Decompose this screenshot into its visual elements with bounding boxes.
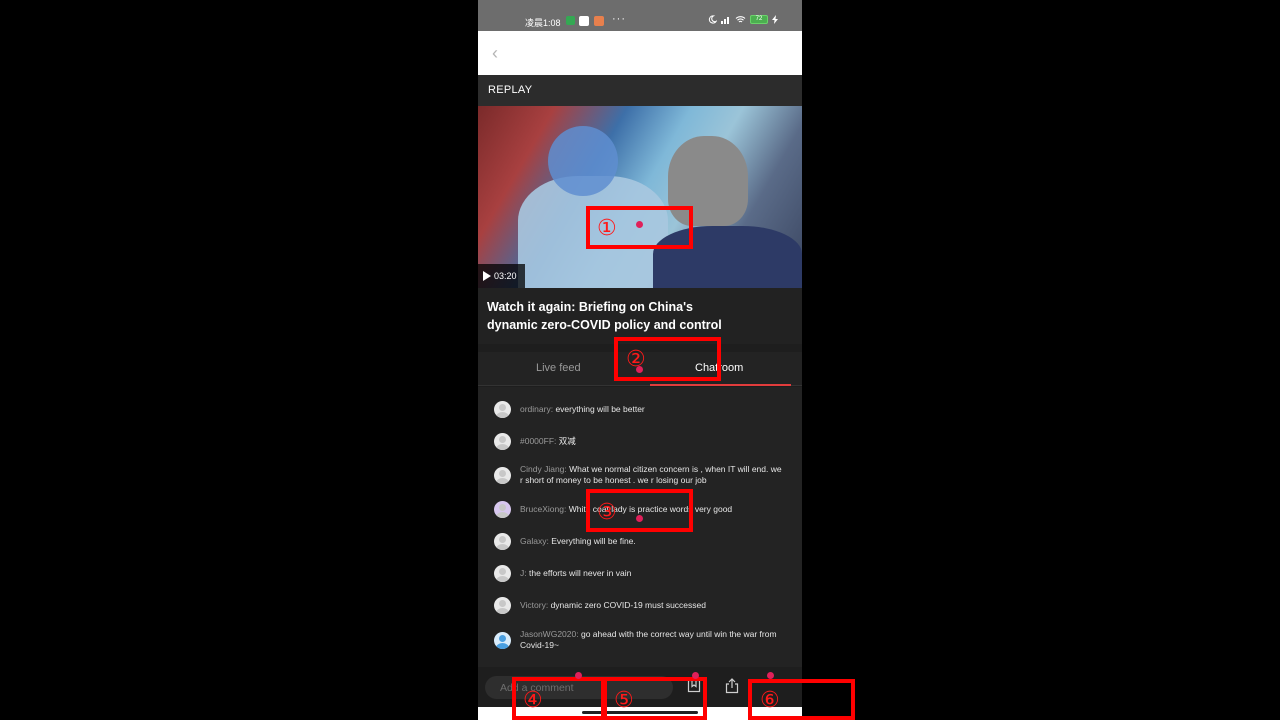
app-bar: ‹: [478, 31, 802, 75]
video-title: Watch it again: Briefing on China's dyna…: [487, 300, 722, 332]
moon-icon: [708, 15, 717, 24]
annotation-dot-5: [692, 672, 699, 679]
chat-username: #0000FF:: [520, 436, 557, 446]
avatar[interactable]: [494, 401, 511, 418]
annotation-number-1: ①: [597, 216, 617, 241]
chat-username: JasonWG2020:: [520, 629, 579, 639]
chat-message: the efforts will never in vain: [529, 568, 632, 578]
chat-username: Galaxy:: [520, 536, 549, 546]
list-item: Victory: dynamic zero COVID-19 must succ…: [494, 597, 794, 614]
chat-message: everything will be better: [555, 404, 645, 414]
charging-icon: [772, 15, 778, 24]
notification-icon-green: [566, 16, 575, 25]
avatar[interactable]: [494, 501, 511, 518]
list-item: Cindy Jiang: What we normal citizen conc…: [494, 464, 794, 486]
annotation-number-5: ⑤: [614, 688, 634, 713]
replay-header: REPLAY: [478, 75, 802, 106]
share-icon[interactable]: [724, 678, 740, 694]
notification-icon-orange: [594, 16, 604, 26]
status-time: 凌晨1:08: [525, 18, 561, 28]
chat-message: Everything will be fine.: [551, 536, 636, 546]
active-tab-indicator: [650, 384, 791, 386]
annotation-dot-6: [767, 672, 774, 679]
video-player[interactable]: 03:20: [478, 106, 802, 288]
chevron-left-icon[interactable]: ‹: [492, 44, 498, 62]
status-bar: 凌晨1:08 ··· 72: [478, 0, 802, 31]
list-item: J: the efforts will never in vain: [494, 565, 794, 582]
annotation-number-3: ③: [597, 500, 617, 525]
annotation-dot-4: [575, 672, 582, 679]
annotation-dot-3: [636, 515, 643, 522]
chat-message: 双减: [558, 436, 576, 446]
avatar[interactable]: [494, 597, 511, 614]
list-item: ordinary: everything will be better: [494, 401, 794, 418]
avatar[interactable]: [494, 433, 511, 450]
signal-icon: [721, 17, 729, 24]
annotation-number-4: ④: [523, 688, 543, 713]
notification-icon-app: [579, 16, 589, 26]
list-item: Galaxy: Everything will be fine.: [494, 533, 794, 550]
battery-icon: 72: [750, 15, 768, 24]
annotation-number-6: ⑥: [760, 688, 780, 713]
list-item: #0000FF: 双减: [494, 433, 794, 450]
annotation-dot-2: [636, 366, 643, 373]
status-right-icons: 72: [708, 15, 778, 24]
wifi-icon: [735, 16, 746, 23]
avatar[interactable]: [494, 533, 511, 550]
avatar[interactable]: [494, 466, 511, 484]
avatar[interactable]: [494, 631, 511, 649]
chat-username: J:: [520, 568, 527, 578]
avatar[interactable]: [494, 565, 511, 582]
duration-badge: 03:20: [478, 264, 525, 288]
chat-username: Cindy Jiang:: [520, 464, 567, 474]
video-title-area: Watch it again: Briefing on China's dyna…: [478, 288, 802, 344]
status-more-icon: ···: [612, 13, 626, 25]
annotation-dot-1: [636, 221, 643, 228]
play-icon: [483, 271, 491, 281]
chat-username: Victory:: [520, 600, 549, 610]
tab-live-feed[interactable]: Live feed: [536, 362, 581, 374]
video-frame-shape: [548, 126, 618, 196]
chat-username: ordinary:: [520, 404, 554, 414]
chat-message: dynamic zero COVID-19 must successed: [550, 600, 706, 610]
chat-username: BruceXiong:: [520, 504, 567, 514]
replay-label: REPLAY: [488, 84, 533, 96]
list-item: JasonWG2020: go ahead with the correct w…: [494, 629, 794, 651]
video-duration: 03:20: [494, 271, 517, 281]
